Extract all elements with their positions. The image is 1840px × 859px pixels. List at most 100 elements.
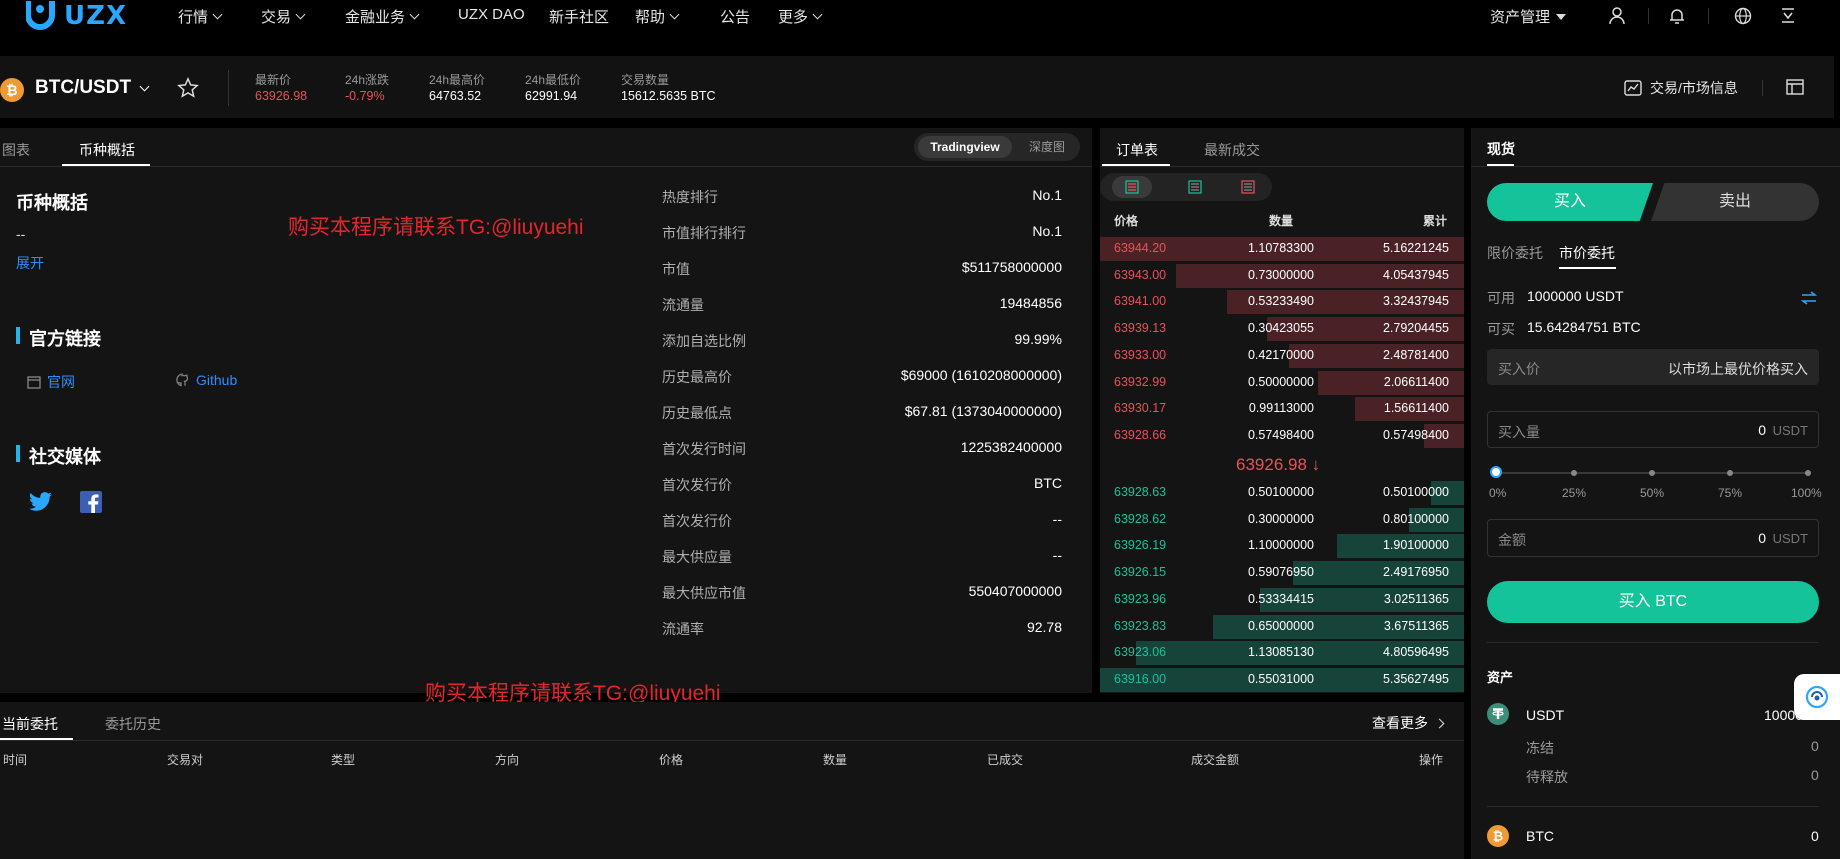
tab-limit-order[interactable]: 限价委托: [1487, 243, 1543, 263]
nav-help[interactable]: 帮助: [635, 6, 680, 27]
orderbook-total: 2.79204455: [1382, 321, 1449, 336]
tab-open-orders[interactable]: 当前委托: [2, 714, 58, 734]
asset-management-menu[interactable]: 资产管理: [1490, 6, 1567, 27]
asset-pending-label: 待释放: [1526, 769, 1568, 785]
info-key: 首次发行价: [662, 513, 732, 529]
nav-more[interactable]: 更多: [778, 6, 823, 27]
available-label: 可用: [1487, 290, 1515, 306]
orderbook-row[interactable]: 63930.17 0.99113000 1.56611400: [1100, 396, 1464, 422]
info-row-all-time-high: 历史最高价 $69000 (1610208000000): [662, 367, 1062, 387]
orderbook-row[interactable]: 63928.66 0.57498400 0.57498400: [1100, 423, 1464, 448]
buy-side-button[interactable]: 买入: [1487, 183, 1653, 221]
favorite-star-icon[interactable]: [177, 77, 199, 99]
orders-col-total: 成交金额: [1191, 753, 1240, 767]
orderbook-row[interactable]: 63933.00 0.42170000 2.48781400: [1100, 343, 1464, 368]
total-input[interactable]: 金额 0 USDT: [1487, 519, 1819, 557]
link-label: 官网: [47, 374, 75, 390]
orderbook-row[interactable]: 63923.96 0.53334415 3.02511365: [1100, 587, 1464, 612]
info-value: --: [1052, 511, 1062, 527]
orderbook-total: 5.35627495: [1382, 671, 1449, 686]
layout-icon[interactable]: [1786, 79, 1804, 95]
view-both-button[interactable]: [1112, 176, 1152, 198]
orderbook-row[interactable]: 63916.00 0.55031000 5.35627495: [1100, 667, 1464, 692]
tab-chart[interactable]: 图表: [2, 140, 30, 160]
toggle-depth-chart[interactable]: 深度图: [1018, 136, 1076, 158]
sell-side-button[interactable]: 卖出: [1651, 183, 1819, 221]
github-link[interactable]: Github: [176, 372, 237, 388]
orderbook-row[interactable]: 63932.99 0.50000000 2.06611400: [1100, 370, 1464, 395]
divider: [1762, 80, 1763, 96]
orderbook-row[interactable]: 63923.06 1.13085130 4.80596495: [1100, 640, 1464, 666]
tab-spot[interactable]: 现货: [1487, 139, 1515, 159]
info-key: 市值排行排行: [662, 225, 746, 241]
orderbook-row[interactable]: 63928.62 0.30000000 0.80100000: [1100, 507, 1464, 532]
tab-orderbook[interactable]: 订单表: [1116, 140, 1158, 160]
ticker-bar: ₿ BTC/USDT 最新价 63926.98 24h涨跌 -0.79% 24h…: [0, 56, 1834, 118]
brand-logo[interactable]: UZX: [25, 0, 127, 32]
orderbook-asks-icon[interactable]: [1241, 180, 1255, 194]
nav-trade[interactable]: 交易: [261, 6, 306, 27]
percent-slider-handle[interactable]: [1490, 466, 1502, 478]
orderbook-total: 2.49176950: [1382, 565, 1449, 580]
facebook-icon[interactable]: [80, 491, 102, 513]
orderbook-total: 1.56611400: [1383, 401, 1449, 416]
slider-tick: [1649, 470, 1655, 476]
orderbook-amount: 0.59076950: [1247, 565, 1314, 580]
globe-icon[interactable]: [1733, 6, 1753, 26]
nav-dao[interactable]: UZX DAO: [458, 6, 525, 23]
orderbook-amount: 0.42170000: [1247, 347, 1314, 362]
nav-finance[interactable]: 金融业务: [345, 6, 420, 27]
orderbook-row[interactable]: 63941.00 0.53233490 3.32437945: [1100, 289, 1464, 315]
tab-coin-overview[interactable]: 币种概括: [79, 140, 135, 160]
official-website-link[interactable]: 官网: [27, 372, 75, 392]
orderbook-row[interactable]: 63926.19 1.10000000 1.90100000: [1100, 533, 1464, 559]
pair-selector[interactable]: BTC/USDT: [35, 77, 150, 99]
price-field[interactable]: 买入价 以市场上最优价格买入: [1487, 349, 1819, 385]
orders-col-pair: 交易对: [167, 753, 204, 767]
download-icon[interactable]: [1778, 6, 1798, 26]
tab-underline: [1559, 267, 1616, 269]
amount-value: 0: [1758, 422, 1766, 438]
transfer-icon[interactable]: [1801, 291, 1817, 305]
toggle-tradingview[interactable]: Tradingview: [918, 136, 1012, 158]
nav-announcements[interactable]: 公告: [720, 6, 750, 27]
last-price: 63926.98 ↓: [1236, 455, 1321, 474]
nav-markets[interactable]: 行情: [178, 6, 223, 27]
orderbook-price: 63932.99: [1114, 374, 1167, 389]
bell-icon[interactable]: [1667, 6, 1687, 26]
uzx-logo-icon: [25, 1, 60, 31]
orderbook-price: 63928.62: [1114, 511, 1167, 526]
orderbook-bids-icon[interactable]: [1188, 180, 1202, 194]
customer-service-button[interactable]: [1794, 674, 1840, 720]
orderbook-row[interactable]: 63939.13 0.30423055 2.79204455: [1100, 316, 1464, 342]
tab-latest-trades[interactable]: 最新成交: [1204, 140, 1260, 160]
orderbook-row[interactable]: 63923.83 0.65000000 3.67511365: [1100, 614, 1464, 639]
view-more-link[interactable]: 查看更多: [1372, 713, 1445, 733]
stat-last-price: 63926.98: [255, 89, 308, 103]
stat-label: 24h最高价: [429, 73, 486, 87]
info-value: 1225382400000: [960, 439, 1062, 455]
buy-btc-button[interactable]: 买入 BTC: [1487, 581, 1819, 623]
tab-order-history[interactable]: 委托历史: [105, 714, 161, 734]
orderbook-row[interactable]: 63926.15 0.59076950 2.49176950: [1100, 560, 1464, 586]
orderbook-total: 3.32437945: [1382, 294, 1449, 309]
nav-community[interactable]: 新手社区: [549, 6, 609, 27]
market-info-button[interactable]: 交易/市场信息: [1624, 78, 1738, 98]
expand-link[interactable]: 展开: [16, 253, 44, 273]
chevron-down-icon: [669, 9, 680, 20]
link-label: Github: [196, 372, 238, 388]
chevron-right-icon: [1434, 718, 1445, 728]
user-icon[interactable]: [1607, 6, 1627, 26]
official-links-title: 官方链接: [29, 329, 101, 349]
orderbook-row[interactable]: 63943.00 0.73000000 4.05437945: [1100, 263, 1464, 288]
orderbook-row[interactable]: 63928.63 0.50100000 0.50100000: [1100, 480, 1464, 505]
total-unit: USDT: [1772, 531, 1808, 546]
orderbook-row[interactable]: 63944.20 1.10783300 5.16221245: [1100, 236, 1464, 261]
tab-market-order[interactable]: 市价委托: [1559, 243, 1615, 263]
amount-input[interactable]: 买入量 0 USDT: [1487, 411, 1819, 448]
twitter-icon[interactable]: [29, 492, 53, 512]
section-marker: [16, 327, 20, 344]
stat-low: 62991.94: [525, 89, 578, 103]
chevron-down-icon: [409, 9, 420, 20]
orderbook-total: 4.05437945: [1382, 267, 1449, 282]
